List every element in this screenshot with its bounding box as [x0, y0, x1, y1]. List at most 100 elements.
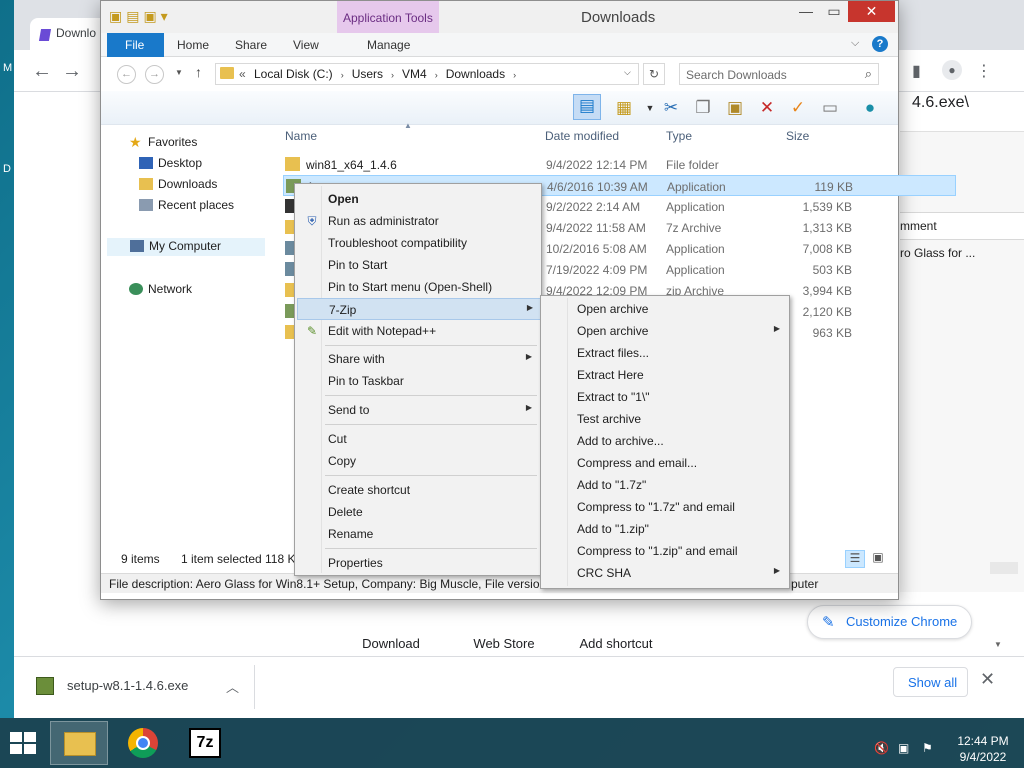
ntp-download[interactable]: Download: [341, 636, 441, 651]
sevenzip-menu-item[interactable]: Test archive: [543, 408, 787, 430]
horizontal-scrollbar[interactable]: [990, 562, 1018, 574]
side-panel-row[interactable]: ro Glass for ...: [900, 240, 1024, 260]
sevenzip-menu-item[interactable]: Open archive ▶: [543, 320, 787, 342]
minimize-icon[interactable]: —: [791, 1, 821, 23]
maximize-icon[interactable]: ▭: [819, 1, 849, 23]
menu-item-share-with[interactable]: Share with ▶: [297, 348, 539, 370]
menu-item-cut[interactable]: Cut: [297, 428, 539, 450]
taskbar-explorer[interactable]: [50, 721, 108, 765]
action-center-icon[interactable]: ⚑: [922, 741, 933, 755]
column-header-size[interactable]: Size: [786, 129, 809, 143]
breadcrumb-segment[interactable]: VM4: [402, 67, 427, 81]
sevenzip-menu-item[interactable]: Compress to "1.zip" and email: [543, 540, 787, 562]
menu-item-7zip[interactable]: 7-Zip ▶: [297, 298, 541, 320]
sevenzip-menu-item[interactable]: Open archive: [543, 298, 787, 320]
sevenzip-menu-item[interactable]: Extract to "1\": [543, 386, 787, 408]
file-row[interactable]: win81_x64_1.4.6 9/4/2022 12:14 PM File f…: [283, 154, 853, 175]
menu-item-edit-notepad[interactable]: ✎ Edit with Notepad++: [297, 320, 539, 342]
ntp-web-store[interactable]: Web Store: [454, 636, 554, 651]
menu-item-open[interactable]: Open: [297, 188, 539, 210]
breadcrumb-arrow-icon[interactable]: ›: [341, 70, 344, 80]
scissors-icon[interactable]: ✂: [660, 97, 682, 119]
scroll-down-icon[interactable]: ▼: [994, 640, 1002, 649]
back-arrow-icon[interactable]: ←: [117, 65, 136, 84]
chevron-up-icon[interactable]: ︿: [226, 677, 239, 696]
breadcrumb-arrow-icon[interactable]: ›: [391, 70, 394, 80]
menu-item-properties[interactable]: Properties: [297, 552, 539, 574]
search-input[interactable]: Search Downloads ⌕: [679, 63, 879, 85]
paste-icon[interactable]: ▣: [724, 97, 746, 119]
properties-check-icon[interactable]: ▦: [613, 97, 635, 119]
sevenzip-menu-item[interactable]: Extract files...: [543, 342, 787, 364]
address-overflow[interactable]: «: [239, 67, 246, 81]
menu-item-run-as-admin[interactable]: ⛨ Run as administrator: [297, 210, 539, 232]
sevenzip-menu-item[interactable]: Add to archive...: [543, 430, 787, 452]
chevron-down-icon[interactable]: ▼: [639, 97, 661, 119]
preview-pane-icon[interactable]: ▤: [573, 94, 601, 120]
sevenzip-menu-item[interactable]: Add to "1.zip": [543, 518, 787, 540]
nav-network[interactable]: Network: [129, 282, 192, 300]
help-icon[interactable]: ?: [872, 36, 888, 52]
column-header-name[interactable]: Name: [285, 129, 317, 143]
menu-item-pin-to-taskbar[interactable]: Pin to Taskbar: [297, 370, 539, 392]
network-icon[interactable]: ▣: [898, 741, 909, 755]
customize-chrome-button[interactable]: ✎ Customize Chrome: [807, 605, 972, 639]
menu-item-pin-to-start-menu[interactable]: Pin to Start menu (Open-Shell): [297, 276, 539, 298]
system-clock[interactable]: 12:44 PM 9/4/2022: [952, 733, 1014, 765]
side-panel-icon[interactable]: ▮: [912, 62, 921, 82]
taskbar-7zip[interactable]: 7z: [176, 721, 234, 765]
menu-item-create-shortcut[interactable]: Create shortcut: [297, 479, 539, 501]
copy-icon[interactable]: ❐: [692, 97, 714, 119]
menu-item-pin-to-start[interactable]: Pin to Start: [297, 254, 539, 276]
recent-locations-icon[interactable]: ▼: [175, 68, 183, 77]
tab-view[interactable]: View: [293, 38, 319, 52]
menu-item-copy[interactable]: Copy: [297, 450, 539, 472]
breadcrumb-arrow-icon[interactable]: ›: [513, 70, 516, 80]
menu-item-troubleshoot[interactable]: Troubleshoot compatibility: [297, 232, 539, 254]
volume-muted-icon[interactable]: 🔇: [874, 741, 889, 755]
tab-home[interactable]: Home: [177, 38, 209, 52]
menu-item-send-to[interactable]: Send to ▶: [297, 399, 539, 421]
breadcrumb-arrow-icon[interactable]: ›: [435, 70, 438, 80]
ntp-add-shortcut[interactable]: Add shortcut: [566, 636, 666, 651]
close-button[interactable]: ✕: [848, 1, 895, 22]
column-header-date[interactable]: Date modified: [545, 129, 619, 143]
back-arrow-icon[interactable]: ←: [32, 61, 52, 81]
address-field[interactable]: « Local Disk (C:) › Users › VM4 › Downloads › ⌵: [215, 63, 639, 85]
windows-start-icon[interactable]: [10, 732, 38, 756]
refresh-icon[interactable]: ↻: [643, 63, 665, 85]
forward-arrow-icon[interactable]: →: [62, 61, 82, 81]
delete-x-icon[interactable]: ✕: [756, 97, 778, 119]
nav-recent-places[interactable]: Recent places: [139, 198, 234, 216]
up-arrow-icon[interactable]: ↑: [195, 64, 202, 80]
globe-icon[interactable]: ●: [859, 97, 881, 119]
chevron-down-icon[interactable]: ⌵: [851, 37, 859, 50]
nav-my-computer[interactable]: My Computer: [107, 238, 265, 256]
chevron-down-icon[interactable]: ⌵: [624, 67, 631, 78]
tab-share[interactable]: Share: [235, 38, 267, 52]
menu-item-delete[interactable]: Delete: [297, 501, 539, 523]
tab-manage[interactable]: Manage: [367, 38, 410, 52]
show-all-button[interactable]: Show all: [893, 667, 968, 697]
column-header-type[interactable]: Type: [666, 129, 692, 143]
download-item[interactable]: setup-w8.1-1.4.6.exe ︿: [36, 677, 256, 701]
breadcrumb-segment[interactable]: Local Disk (C:): [254, 67, 333, 81]
checkmark-icon[interactable]: ✓: [787, 97, 809, 119]
nav-downloads[interactable]: Downloads: [139, 177, 217, 195]
details-view-icon[interactable]: ☰: [845, 550, 865, 568]
breadcrumb-segment[interactable]: Users: [352, 67, 383, 81]
large-icons-view-icon[interactable]: ▣: [868, 550, 888, 568]
sevenzip-menu-item[interactable]: Compress and email...: [543, 452, 787, 474]
sevenzip-menu-item[interactable]: CRC SHA ▶: [543, 562, 787, 584]
sevenzip-menu-item[interactable]: Compress to "1.7z" and email: [543, 496, 787, 518]
breadcrumb-segment[interactable]: Downloads: [446, 67, 505, 81]
tab-file[interactable]: File: [107, 33, 164, 57]
sevenzip-menu-item[interactable]: Add to "1.7z": [543, 474, 787, 496]
profile-avatar-icon[interactable]: ●: [942, 60, 962, 80]
nav-favorites[interactable]: ★ Favorites: [129, 135, 197, 153]
taskbar-chrome[interactable]: [114, 721, 172, 765]
menu-kebab-icon[interactable]: ⋮: [976, 62, 992, 82]
forward-arrow-icon[interactable]: →: [145, 65, 164, 84]
quick-access-toolbar-icon[interactable]: ▣▤▣▾: [109, 8, 172, 25]
close-icon[interactable]: ✕: [980, 669, 995, 690]
